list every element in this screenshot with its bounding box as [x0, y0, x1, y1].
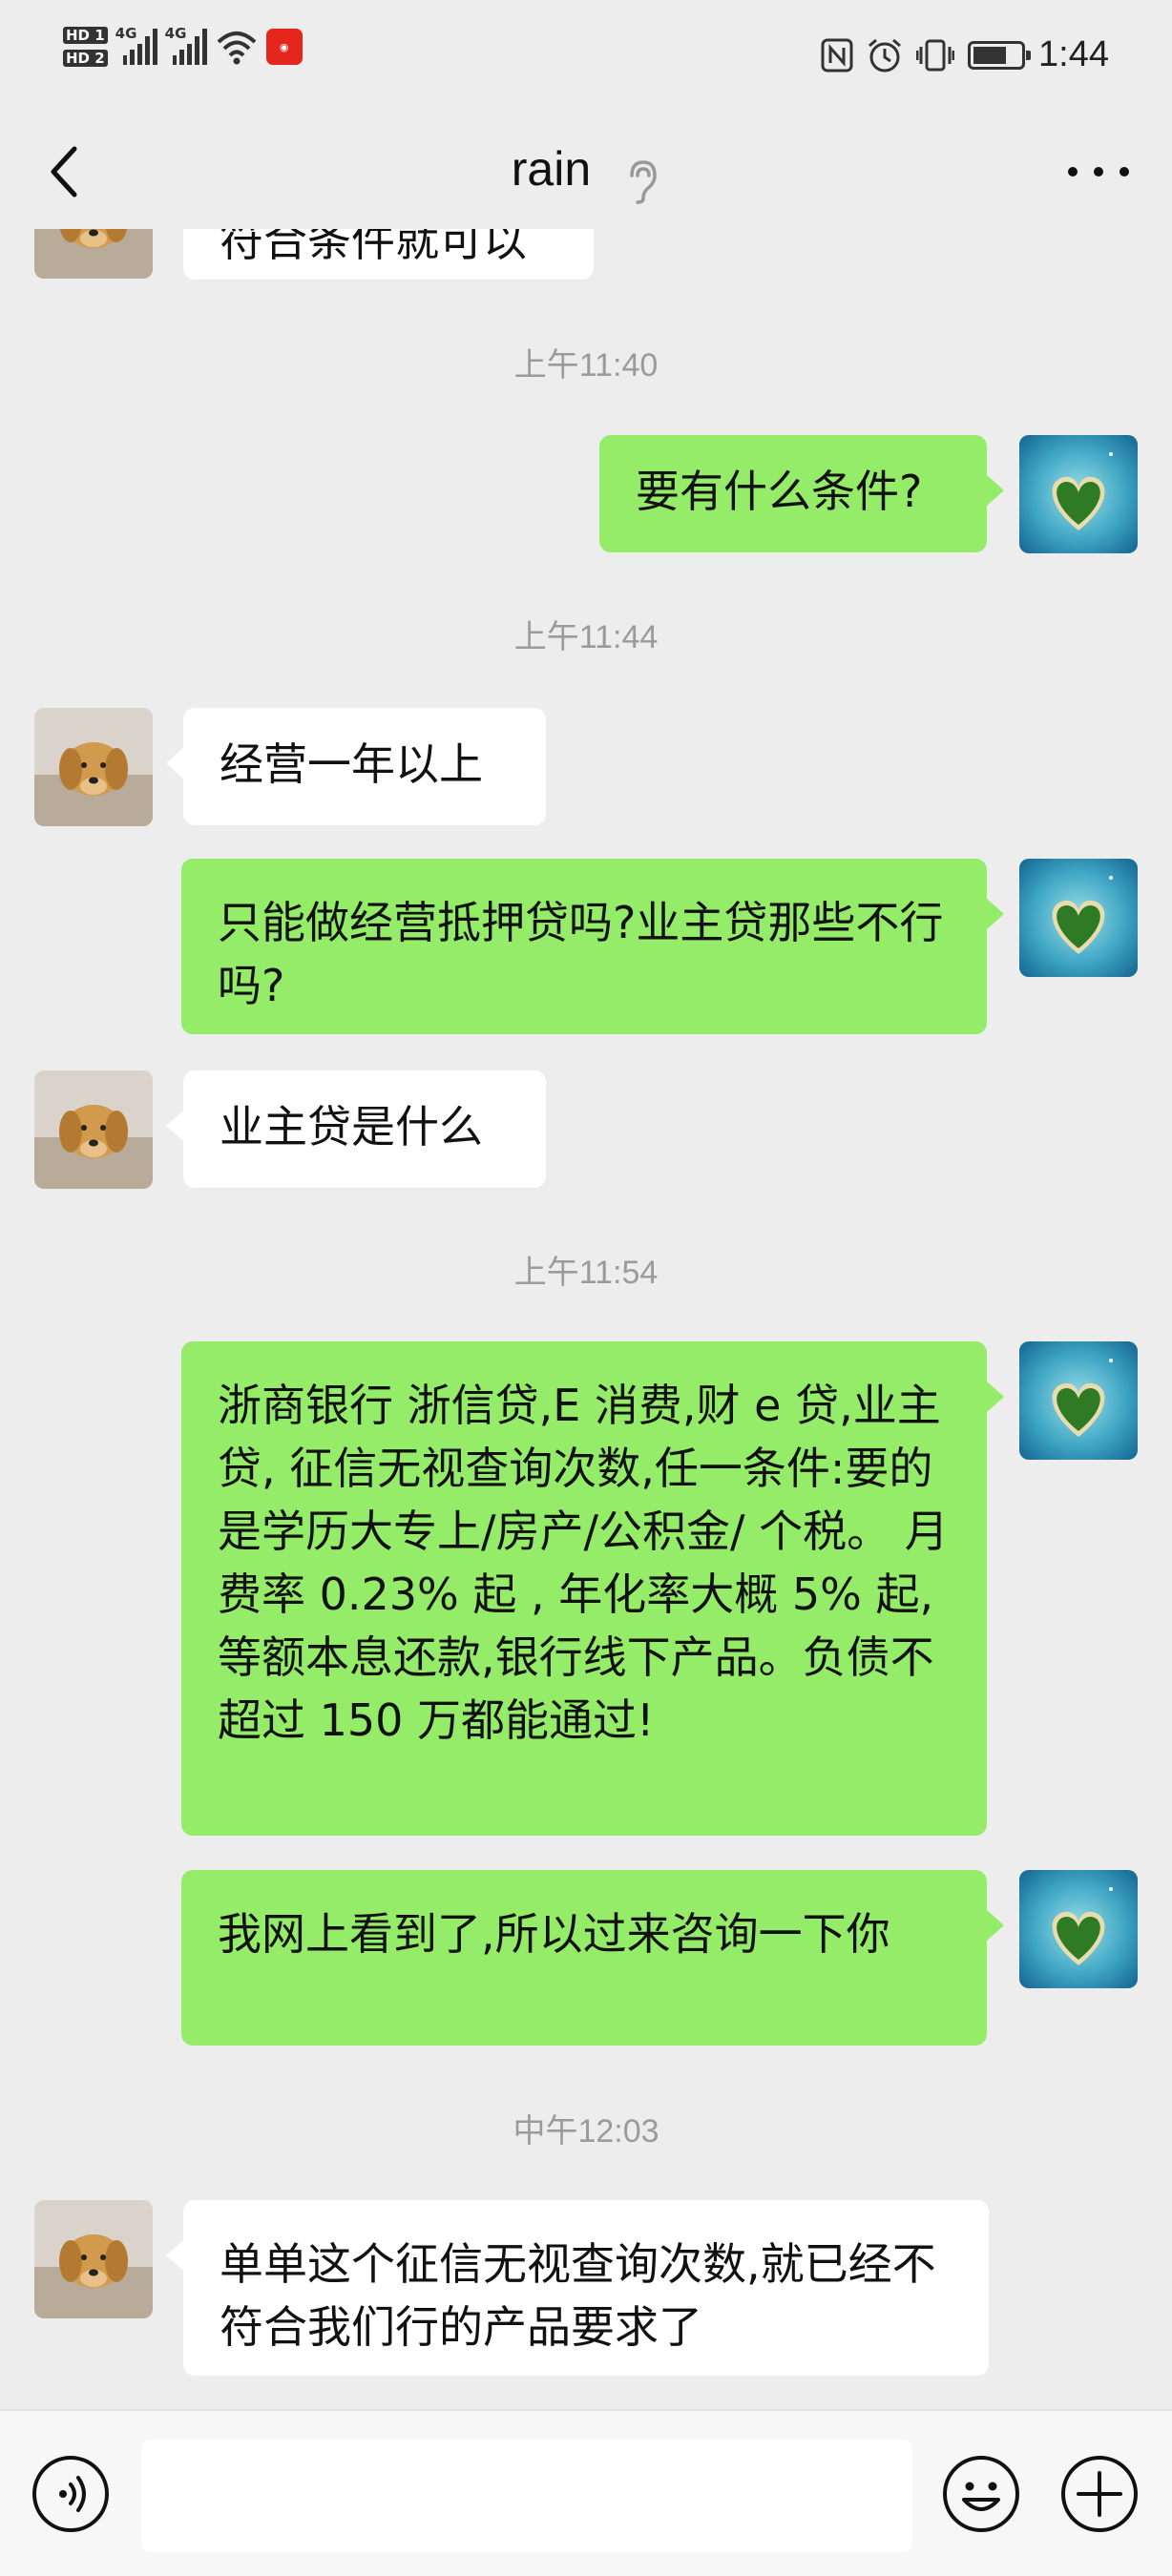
message-bubble-received[interactable]: 业主贷是什么	[166, 1070, 546, 1188]
sim-indicators: HD 1 HD 2	[63, 27, 108, 67]
message-bubble-sent[interactable]: 浙商银行 浙信贷,E 消费,财 e 贷,业主贷, 征信无视查询次数,任一条件:要…	[181, 1341, 1004, 1836]
message-bubble-sent[interactable]: 只能做经营抵押贷吗?业主贷那些不行吗?	[181, 859, 1004, 1034]
signal-1-icon: 4G	[115, 25, 157, 65]
timestamp: 中午12:03	[513, 2113, 659, 2150]
wifi-icon	[217, 31, 257, 65]
signal-2-icon: 4G	[165, 25, 207, 65]
timestamp: 上午11:40	[513, 347, 659, 384]
message-bubble-received[interactable]: 经营一年以上	[166, 708, 546, 825]
message-bubble-sent[interactable]: 要有什么条件?	[599, 435, 1004, 552]
vibrate-icon	[916, 39, 955, 71]
avatar-contact[interactable]	[34, 708, 153, 826]
message-bubble-received[interactable]: 单单这个征信无视查询次数,就已经不符合我们行的产品要求了	[166, 2200, 989, 2376]
earpiece-mode-icon	[630, 159, 657, 204]
message-input[interactable]	[141, 2440, 912, 2552]
avatar-contact[interactable]	[34, 1070, 153, 1189]
sim1-indicator: HD 1	[63, 27, 108, 44]
message-bubble-sent[interactable]: 我网上看到了,所以过来咨询一下你	[181, 1870, 1004, 2046]
timestamp: 上午11:54	[513, 1255, 659, 1291]
battery-icon	[968, 40, 1032, 70]
app-notification-icon: ◉	[265, 29, 303, 65]
more-dots-icon[interactable]	[1063, 141, 1134, 202]
emoji-icon[interactable]	[941, 2454, 1021, 2534]
message-bubble-received[interactable]: 符合条件就可以	[183, 229, 594, 280]
sim2-indicator: HD 2	[63, 50, 108, 67]
avatar-self[interactable]	[1019, 859, 1138, 977]
plus-icon[interactable]	[1059, 2454, 1140, 2534]
status-bar: HD 1 HD 2 4G 4G ◉ 1:44	[0, 0, 1172, 114]
chat-title: rain	[511, 142, 592, 196]
avatar-contact[interactable]	[34, 2200, 153, 2318]
avatar-self[interactable]	[1019, 1870, 1138, 1988]
voice-input-icon[interactable]	[31, 2454, 111, 2534]
chat-header: rain	[0, 114, 1172, 239]
alarm-icon	[869, 38, 902, 72]
nfc-icon	[821, 38, 853, 72]
timestamp: 上午11:44	[513, 619, 659, 655]
clock: 1:44	[1038, 34, 1109, 74]
chat-messages[interactable]: 符合条件就可以 上午11:40 要有什么条件? 上午11:44 经营一年以上 只…	[0, 229, 1172, 2409]
avatar-self[interactable]	[1019, 435, 1138, 553]
avatar-contact[interactable]	[34, 229, 153, 279]
input-bar	[0, 2409, 1172, 2576]
avatar-self[interactable]	[1019, 1341, 1138, 1460]
